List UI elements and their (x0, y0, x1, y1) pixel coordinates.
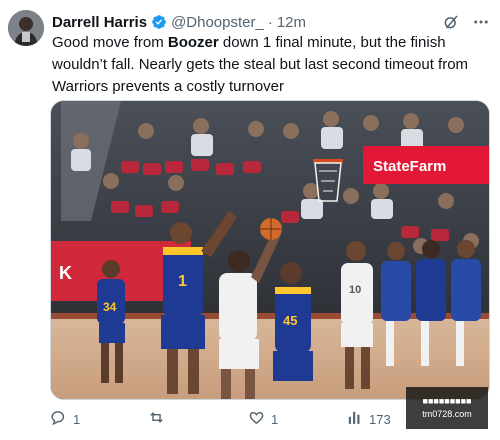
verified-badge-icon (151, 14, 167, 30)
tweet-text-bold: Boozer (167, 34, 219, 51)
svg-text:K: K (59, 263, 72, 283)
tweet-media[interactable]: StateFarm K 34 1 45 10 (50, 100, 490, 400)
avatar[interactable] (8, 10, 44, 46)
jersey-number: 45 (283, 313, 297, 328)
views-icon (346, 409, 363, 429)
jersey-number: 1 (178, 273, 187, 290)
grok-icon[interactable] (442, 13, 460, 31)
timestamp[interactable]: 12m (277, 14, 306, 31)
view-count: 173 (369, 411, 391, 427)
basketball-photo: StateFarm K 34 1 45 10 (51, 101, 489, 399)
display-name[interactable]: Darrell Harris (52, 14, 147, 31)
jersey-number: 10 (349, 284, 361, 296)
separator-dot: · (267, 13, 273, 31)
reply-count: 1 (73, 411, 81, 427)
banner-text: StateFarm (373, 158, 446, 175)
tweet-header: Darrell Harris @Dhoopster_ · 12m (52, 12, 490, 32)
avatar-image (8, 10, 44, 46)
views-button[interactable]: 173 (346, 409, 391, 429)
jersey-number: 34 (103, 300, 117, 314)
handle[interactable]: @Dhoopster_ (171, 14, 264, 31)
watermark-url: tm0728.com (422, 409, 472, 419)
watermark-line: ■■■■■■■■■ (422, 396, 472, 406)
tweet-text-part: Good move from (52, 34, 168, 51)
more-options-icon[interactable] (472, 13, 490, 31)
watermark: ■■■■■■■■■ tm0728.com (406, 387, 488, 429)
tweet-text: Good move from Boozer down 1 final minut… (52, 32, 492, 98)
tweet-actions: 1 1 173 (50, 408, 395, 430)
heart-icon (248, 409, 265, 429)
reply-button[interactable]: 1 (50, 409, 80, 429)
repost-button[interactable] (148, 409, 171, 429)
like-count: 1 (271, 411, 279, 427)
repost-icon (148, 409, 165, 429)
like-button[interactable]: 1 (248, 409, 278, 429)
reply-icon (50, 409, 67, 429)
